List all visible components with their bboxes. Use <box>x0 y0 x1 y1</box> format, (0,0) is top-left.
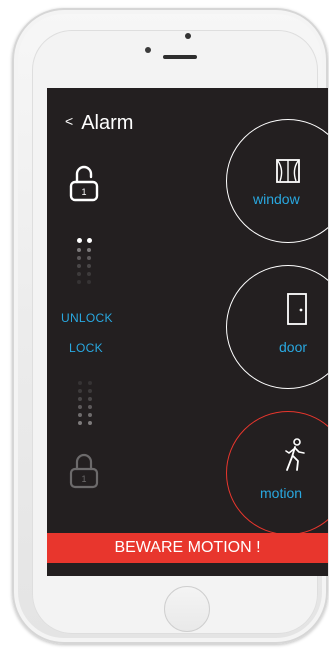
home-button[interactable] <box>164 586 210 632</box>
app-screen: < Alarm 1 UNLOCK LOCK 1 window door moti… <box>47 88 328 576</box>
front-camera <box>145 47 151 53</box>
earpiece-speaker <box>163 55 197 59</box>
walking-person-icon <box>285 438 305 471</box>
door-sensor-ring[interactable] <box>226 265 328 389</box>
lock-icon-digit: 1 <box>81 474 86 484</box>
door-icon <box>287 293 307 325</box>
lock-label[interactable]: LOCK <box>69 341 103 355</box>
unlock-label[interactable]: UNLOCK <box>61 311 113 325</box>
locked-padlock-icon[interactable]: 1 <box>69 451 99 489</box>
lock-slider-dots <box>78 381 98 431</box>
unlocked-padlock-icon[interactable]: 1 <box>69 164 99 202</box>
back-chevron-icon[interactable]: < <box>65 113 73 129</box>
window-icon <box>276 159 300 183</box>
unlock-icon-digit: 1 <box>81 187 86 197</box>
motion-sensor-label: motion <box>260 485 303 501</box>
proximity-sensor <box>185 33 191 39</box>
unlock-slider-dots <box>77 238 97 288</box>
window-sensor-label: window <box>253 191 300 207</box>
alert-banner: BEWARE MOTION ! <box>47 533 328 563</box>
door-sensor-label: door <box>279 339 308 355</box>
page-title: Alarm <box>81 112 134 134</box>
motion-sensor-ring[interactable] <box>226 411 328 535</box>
header: < Alarm <box>65 112 133 135</box>
